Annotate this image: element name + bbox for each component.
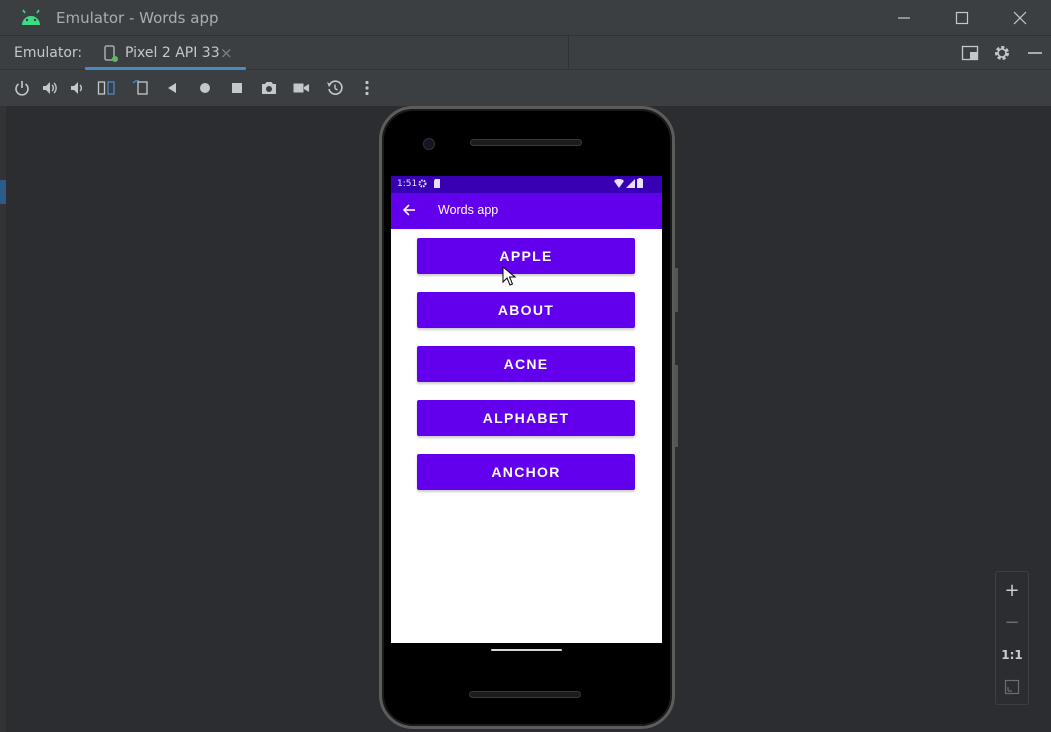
volume-down-icon[interactable]	[68, 79, 86, 97]
wifi-status-icon	[614, 179, 624, 188]
fit-screen-icon	[1004, 679, 1020, 695]
zoom-controls: + − 1:1	[995, 571, 1029, 705]
word-button-alphabet[interactable]: ALPHABET	[417, 400, 635, 436]
tab-pixel-2-api-33[interactable]: Pixel 2 API 33 ×	[85, 36, 246, 70]
tab-label: Pixel 2 API 33	[125, 45, 220, 61]
device-status-bar: 1:51	[391, 176, 662, 193]
gear-icon[interactable]	[993, 44, 1011, 62]
back-arrow-icon[interactable]	[402, 203, 416, 217]
device-power-button	[674, 268, 678, 312]
tab-close-icon[interactable]: ×	[220, 44, 233, 62]
window-titlebar: Emulator - Words app	[0, 0, 1051, 36]
device-nav-bar	[391, 643, 662, 661]
tabbar-label: Emulator:	[14, 45, 83, 61]
actual-size-button[interactable]: 1:1	[996, 639, 1028, 671]
hide-panel-icon[interactable]	[1026, 44, 1044, 62]
emulator-toolbar	[0, 70, 1051, 106]
record-icon[interactable]	[292, 79, 310, 97]
overview-icon[interactable]	[228, 79, 246, 97]
minimize-icon	[898, 17, 910, 19]
word-button-anchor[interactable]: ANCHOR	[417, 454, 635, 490]
android-logo-icon	[22, 9, 40, 25]
rotate-left-icon[interactable]	[97, 79, 115, 97]
maximize-icon	[955, 11, 969, 25]
status-time: 1:51	[397, 179, 418, 189]
emulator-tabbar: Emulator: Pixel 2 API 33 ×	[0, 36, 1051, 70]
device-icon	[104, 45, 118, 62]
zoom-in-button[interactable]: +	[996, 574, 1028, 606]
signal-status-icon	[626, 179, 635, 188]
back-icon[interactable]	[163, 79, 181, 97]
word-button-apple[interactable]: APPLE	[417, 238, 635, 274]
device-screen[interactable]: 1:51 Words app APPLE ABOUT ACNE ALPHABET…	[391, 176, 662, 643]
more-icon[interactable]	[358, 79, 376, 97]
snapshot-icon[interactable]	[326, 79, 344, 97]
device-camera	[423, 138, 435, 150]
power-icon[interactable]	[13, 79, 31, 97]
word-button-acne[interactable]: ACNE	[417, 346, 635, 382]
zoom-out-button[interactable]: −	[996, 606, 1028, 638]
gesture-home-pill[interactable]	[491, 649, 562, 651]
device-volume-button	[674, 365, 678, 447]
maximize-button[interactable]	[933, 0, 991, 36]
screenshot-icon[interactable]	[260, 79, 278, 97]
mouse-cursor-icon	[502, 266, 516, 286]
app-bar: Words app	[391, 193, 662, 229]
volume-up-icon[interactable]	[41, 79, 59, 97]
word-button-about[interactable]: ABOUT	[417, 292, 635, 328]
window-title: Emulator - Words app	[56, 9, 219, 27]
layout-toggle-icon[interactable]	[961, 44, 979, 62]
device-bottom-speaker	[469, 691, 581, 698]
sd-card-status-icon	[434, 179, 440, 188]
app-bar-title: Words app	[438, 203, 499, 217]
device-top-speaker	[470, 139, 582, 146]
battery-status-icon	[637, 178, 643, 188]
fit-screen-button[interactable]	[996, 671, 1028, 703]
tabbar-divider	[568, 36, 569, 70]
minimize-button[interactable]	[875, 0, 933, 36]
close-window-button[interactable]	[991, 0, 1049, 36]
close-icon	[1013, 11, 1027, 25]
settings-status-icon	[418, 179, 427, 188]
home-icon[interactable]	[196, 79, 214, 97]
rotate-right-icon[interactable]	[131, 79, 149, 97]
